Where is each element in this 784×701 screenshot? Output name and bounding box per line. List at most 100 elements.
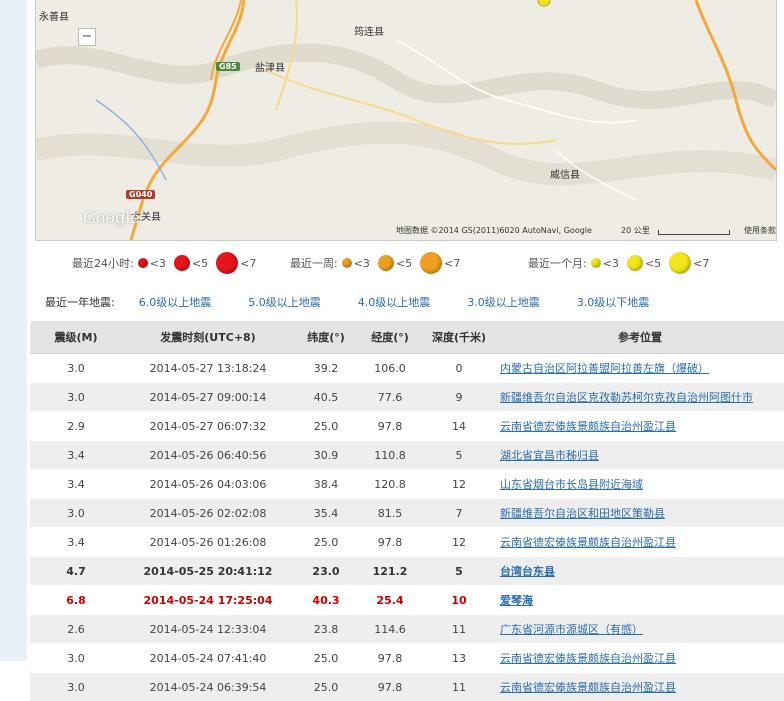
cell-location: 广东省河源市源城区（有感） (496, 615, 784, 644)
cell-depth: 5 (422, 557, 496, 586)
cell-latitude: 38.4 (294, 470, 358, 499)
location-link[interactable]: 台湾台东县 (500, 565, 555, 578)
cell-magnitude: 4.7 (30, 557, 122, 586)
cell-magnitude: 3.0 (30, 383, 122, 412)
location-link[interactable]: 湖北省宜昌市秭归县 (500, 449, 599, 462)
cell-latitude: 40.3 (294, 586, 358, 615)
table-row: 3.42014-05-26 04:03:0638.4120.812山东省烟台市长… (30, 470, 784, 499)
cell-location: 新疆维吾尔自治区和田地区策勒县 (496, 499, 784, 528)
cell-longitude: 114.6 (358, 615, 422, 644)
cell-longitude: 97.8 (358, 412, 422, 441)
cell-magnitude: 3.0 (30, 644, 122, 673)
table-row: 3.42014-05-26 01:26:0825.097.812云南省德宏傣族景… (30, 528, 784, 557)
header-magnitude[interactable]: 震级(M) (30, 321, 122, 354)
legend-week-medium-dot-icon (378, 255, 394, 271)
cell-depth: 11 (422, 673, 496, 701)
table-row: 6.82014-05-24 17:25:0440.325.410爱琴海 (30, 586, 784, 615)
cell-longitude: 106.0 (358, 354, 422, 383)
legend-month-medium-dot-icon (627, 255, 643, 271)
cell-magnitude: 3.4 (30, 441, 122, 470)
location-link[interactable]: 内蒙古自治区阿拉善盟阿拉善左旗（爆破） (500, 362, 709, 375)
cell-latitude: 25.0 (294, 644, 358, 673)
location-link[interactable]: 爱琴海 (500, 594, 533, 607)
cell-time: 2014-05-26 01:26:08 (122, 528, 294, 557)
cell-depth: 11 (422, 615, 496, 644)
header-longitude[interactable]: 经度(°) (358, 321, 422, 354)
cell-time: 2014-05-24 06:39:54 (122, 673, 294, 701)
cell-magnitude: 2.9 (30, 412, 122, 441)
cell-longitude: 121.2 (358, 557, 422, 586)
header-location[interactable]: 参考位置 (496, 321, 784, 354)
cell-magnitude: 6.8 (30, 586, 122, 615)
cell-time: 2014-05-27 13:18:24 (122, 354, 294, 383)
legend-month-small-dot-icon (591, 258, 601, 268)
cell-depth: 7 (422, 499, 496, 528)
cell-time: 2014-05-26 04:03:06 (122, 470, 294, 499)
cell-depth: 12 (422, 470, 496, 499)
cell-latitude: 25.0 (294, 528, 358, 557)
table-row: 3.42014-05-26 06:40:5630.9110.85湖北省宜昌市秭归… (30, 441, 784, 470)
legend-week-large-dot-icon (420, 252, 442, 274)
map-label-yongshan: 永善县 (39, 8, 69, 23)
cell-latitude: 39.2 (294, 354, 358, 383)
header-latitude[interactable]: 纬度(°) (294, 321, 358, 354)
filter-link-3[interactable]: 3.0级以上地震 (467, 294, 540, 310)
location-link[interactable]: 云南省德宏傣族景颇族自治州盈江县 (500, 681, 676, 694)
cell-location: 湖北省宜昌市秭归县 (496, 441, 784, 470)
header-depth[interactable]: 深度(千米) (422, 321, 496, 354)
cell-latitude: 30.9 (294, 441, 358, 470)
cell-longitude: 81.5 (358, 499, 422, 528)
filter-link-5[interactable]: 5.0级以上地震 (248, 294, 321, 310)
cell-time: 2014-05-24 12:33:04 (122, 615, 294, 644)
legend-day-label: 最近24小时: (72, 255, 134, 271)
map-terrain (36, 0, 776, 240)
cell-longitude: 77.6 (358, 383, 422, 412)
table-header-row: 震级(M) 发震时刻(UTC+8) 纬度(°) 经度(°) 深度(千米) 参考位… (30, 321, 784, 354)
table-row: 2.62014-05-24 12:33:0423.8114.611 广东省河源市源… (30, 615, 784, 644)
cell-magnitude: 3.0 (30, 673, 122, 701)
filter-link-below-3[interactable]: 3.0级以下地震 (577, 294, 650, 310)
location-link[interactable]: 云南省德宏傣族景颇族自治州盈江县 (500, 420, 676, 433)
cell-location: 新疆维吾尔自治区克孜勒苏柯尔克孜自治州阿图什市 (496, 383, 784, 412)
filter-link-6[interactable]: 6.0级以上地震 (139, 294, 212, 310)
table-row: 2.92014-05-27 06:07:3225.097.814云南省德宏傣族景… (30, 412, 784, 441)
map-scale-label: 20 公里 (621, 225, 650, 236)
table-row: 3.02014-05-24 07:41:4025.097.813云南省德宏傣族景… (30, 644, 784, 673)
earthquake-map[interactable]: 永善县 筠连县 盐津县 威信县 大关县 G85 G040 − Google 地图… (35, 0, 777, 241)
map-terms-link[interactable]: 使用条款 (744, 225, 776, 236)
location-link[interactable]: 新疆维吾尔自治区和田地区策勒县 (500, 507, 665, 520)
location-link[interactable]: 新疆维吾尔自治区克孜勒苏柯尔克孜自治州阿图什市 (500, 391, 753, 404)
filter-link-4[interactable]: 4.0级以上地震 (358, 294, 431, 310)
cell-time: 2014-05-27 09:00:14 (122, 383, 294, 412)
cell-magnitude: 3.0 (30, 354, 122, 383)
cell-time: 2014-05-24 17:25:04 (122, 586, 294, 615)
location-link[interactable]: 云南省德宏傣族景颇族自治州盈江县 (500, 536, 676, 549)
zoom-out-button[interactable]: − (78, 28, 96, 46)
cell-longitude: 97.8 (358, 528, 422, 557)
cell-location: 云南省德宏傣族景颇族自治州盈江县 (496, 673, 784, 701)
cell-magnitude: 3.0 (30, 499, 122, 528)
table-row: 3.02014-05-27 09:00:1440.577.69新疆维吾尔自治区克… (30, 383, 784, 412)
highway-g85-shield: G85 (216, 62, 240, 71)
location-link[interactable]: 山东省烟台市长岛县附近海域 (500, 478, 643, 491)
cell-latitude: 40.5 (294, 383, 358, 412)
location-link[interactable]: 云南省德宏傣族景颇族自治州盈江县 (500, 652, 676, 665)
cell-magnitude: 3.4 (30, 470, 122, 499)
location-link[interactable]: 广东省河源市源城区（有感） (500, 623, 643, 636)
map-label-yanjin: 盐津县 (255, 59, 285, 74)
legend-week-small-dot-icon (342, 258, 352, 268)
cell-time: 2014-05-26 02:02:08 (122, 499, 294, 528)
year-filter-label: 最近一年地震: (45, 294, 115, 310)
cell-magnitude: 3.4 (30, 528, 122, 557)
cell-time: 2014-05-25 20:41:12 (122, 557, 294, 586)
header-time[interactable]: 发震时刻(UTC+8) (122, 321, 294, 354)
cell-latitude: 35.4 (294, 499, 358, 528)
cell-magnitude: 2.6 (30, 615, 122, 644)
cell-location: 山东省烟台市长岛县附近海域 (496, 470, 784, 499)
cell-longitude: 25.4 (358, 586, 422, 615)
legend-month-lt7: <7 (693, 257, 709, 270)
cell-latitude: 23.8 (294, 615, 358, 644)
legend-month-lt5: <5 (645, 257, 661, 270)
table-row: 4.72014-05-25 20:41:1223.0121.25台湾台东县 (30, 557, 784, 586)
google-logo: Google (83, 208, 140, 227)
